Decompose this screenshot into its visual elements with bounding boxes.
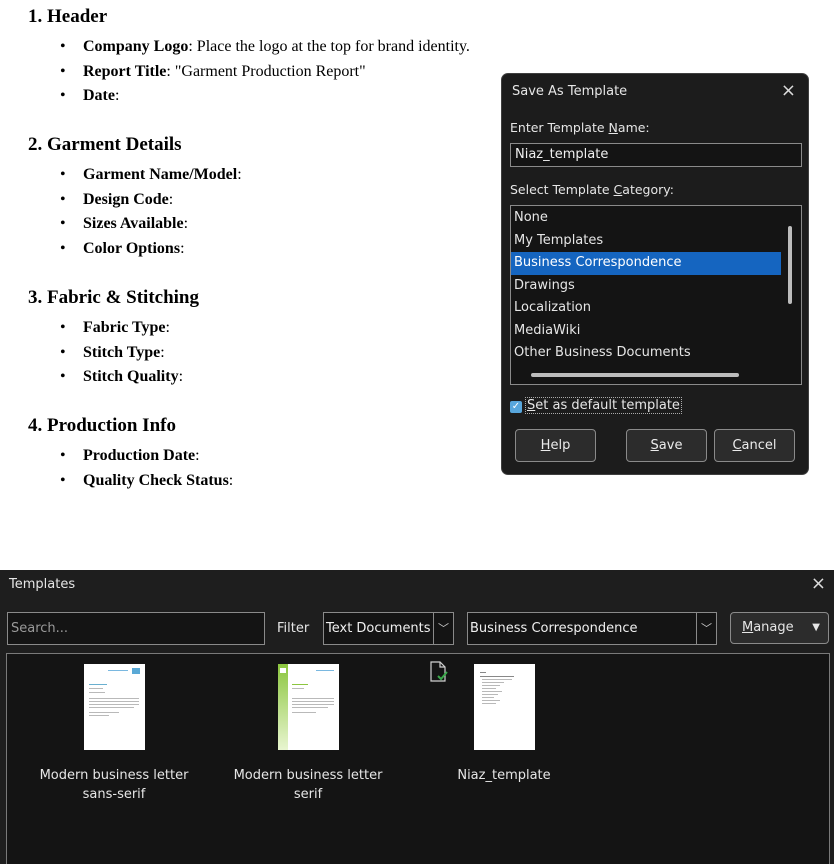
template-name: Niaz_template [457,768,551,783]
section-list: • Garment Name/Model: • Design Code: • Size… [60,163,242,262]
template-item[interactable]: Niaz_template [414,661,594,785]
manage-button[interactable]: Manage ▼ [730,612,829,644]
category-item[interactable]: Localization [511,297,781,320]
section-heading: 4. Production Info [28,415,176,436]
help-button[interactable]: Help [515,429,596,462]
template-thumbnail [277,664,339,750]
list-item: • Design Code: [60,190,174,208]
template-thumbnail [83,664,145,750]
section-heading: 3. Fabric & Stitching [28,287,199,308]
vertical-scrollbar[interactable] [788,226,792,304]
save-as-template-dialog: Save As Template × Enter Template Name: … [501,73,809,475]
category-item[interactable]: MediaWiki [511,320,781,343]
search-input[interactable]: Search... [7,612,265,645]
section-list: • Company Logo: Place the logo at the top… [60,35,470,109]
list-item: • Company Logo: Place the logo at the top… [60,38,470,55]
list-item: • Color Options: [60,240,185,258]
list-item: • Stitch Type: [60,343,165,361]
templates-window: Templates × Search... Filter Text Docume… [0,570,834,864]
category-item[interactable]: None [511,207,781,230]
section-list: • Fabric Type: • Stitch Type: • Stitch Qual… [60,316,183,390]
template-name: Modern business letter serif [233,768,383,802]
list-item: • Quality Check Status: [60,471,234,489]
template-item[interactable]: Modern business letter serif [218,664,398,804]
list-item: • Sizes Available: [60,215,189,233]
section-heading: 1. Header [28,6,108,27]
category-list[interactable]: None My Templates Business Correspondenc… [510,205,802,385]
category-item-selected[interactable]: Business Correspondence [511,252,781,275]
section-list: • Production Date: • Quality Check Status: [60,444,233,493]
template-name: Modern business letter sans-serif [39,768,189,802]
default-template-check-icon [430,661,448,682]
document-type-select[interactable]: Text Documents ﹀ [323,612,454,645]
horizontal-scrollbar[interactable] [531,373,739,377]
default-template-checkbox-label[interactable]: Set as default template [525,397,682,414]
template-name-label: Enter Template Name: [510,120,650,135]
template-item[interactable]: Modern business letter sans-serif [24,664,204,804]
list-item: • Garment Name/Model: [60,166,242,183]
list-item: • Report Title: "Garment Production Repor… [60,62,366,80]
list-item: • Date: [60,87,120,105]
chevron-down-icon[interactable]: ﹀ [433,613,453,644]
list-item: • Production Date: [60,447,200,464]
templates-view[interactable]: Modern business letter sans-serif Modern … [6,653,830,864]
window-title: Templates [9,577,76,592]
list-item: • Fabric Type: [60,319,170,336]
close-icon[interactable]: × [811,573,826,594]
dialog-title: Save As Template [512,84,628,99]
template-name-input[interactable]: Niaz_template [510,143,802,167]
dropdown-arrow-icon: ▼ [812,622,820,633]
category-item[interactable]: My Templates [511,230,781,253]
category-item[interactable]: Drawings [511,275,781,298]
chevron-down-icon[interactable]: ﹀ [696,613,716,644]
default-template-checkbox[interactable]: ✓ [510,401,522,413]
cancel-button[interactable]: Cancel [714,429,795,462]
section-heading: 2. Garment Details [28,134,182,155]
filter-label: Filter [277,621,310,636]
save-button[interactable]: Save [626,429,707,462]
category-select[interactable]: Business Correspondence ﹀ [467,612,717,645]
category-item[interactable]: Other Business Documents [511,342,781,365]
close-icon[interactable]: × [781,80,796,101]
template-thumbnail [473,664,535,750]
list-item: • Stitch Quality: [60,368,184,386]
template-category-label: Select Template Category: [510,182,674,197]
